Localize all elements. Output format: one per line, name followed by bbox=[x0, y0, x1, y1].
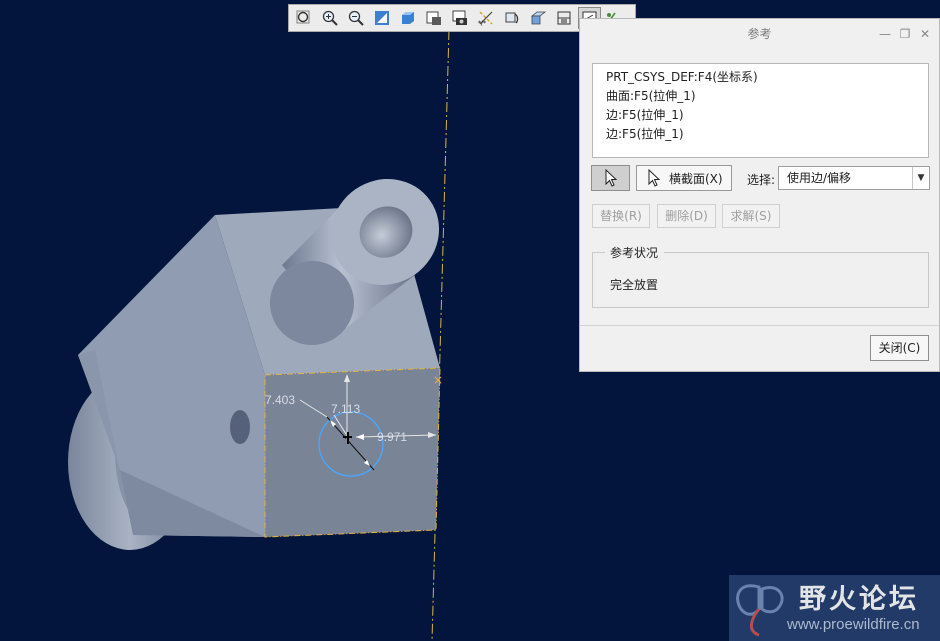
reference-status-group: 参考状况 完全放置 bbox=[592, 244, 929, 308]
forum-watermark: 野火论坛 www.proewildfire.cn bbox=[729, 575, 940, 641]
divider bbox=[580, 325, 939, 326]
chevron-down-icon[interactable]: ▼ bbox=[912, 167, 929, 189]
cross-section-label: 横截面(X) bbox=[669, 171, 723, 186]
close-button[interactable]: 关闭(C) bbox=[870, 335, 929, 361]
svg-text:×: × bbox=[433, 373, 443, 387]
reference-status-legend: 参考状况 bbox=[605, 244, 665, 261]
cursor-arrow-icon bbox=[648, 169, 661, 187]
selection-filter-dropdown[interactable]: 使用边/偏移 ▼ bbox=[778, 166, 930, 190]
section-view-icon[interactable] bbox=[552, 7, 575, 29]
dimension-7113[interactable]: 7.113 bbox=[331, 402, 360, 416]
maximize-icon[interactable]: ❐ bbox=[898, 27, 912, 41]
reference-item[interactable]: PRT_CSYS_DEF:F4(坐标系) bbox=[606, 68, 928, 87]
replace-button[interactable]: 替换(R) bbox=[592, 204, 650, 228]
zoom-in-icon[interactable] bbox=[318, 7, 341, 29]
references-dialog: 参考 — ❐ ✕ PRT_CSYS_DEF:F4(坐标系) 曲面:F5(拉伸_1… bbox=[579, 18, 940, 372]
datum-axis-line bbox=[431, 29, 450, 641]
named-view-icon[interactable] bbox=[448, 7, 471, 29]
solve-button[interactable]: 求解(S) bbox=[722, 204, 780, 228]
butterfly-logo-icon bbox=[736, 584, 784, 637]
selection-filter-value: 使用边/偏移 bbox=[787, 171, 852, 185]
saved-views-icon[interactable] bbox=[422, 7, 445, 29]
cursor-arrow-icon bbox=[605, 169, 617, 187]
display-style-icon[interactable] bbox=[396, 7, 419, 29]
reference-status-text: 完全放置 bbox=[610, 278, 659, 292]
reference-item[interactable]: 边:F5(拉伸_1) bbox=[606, 125, 928, 144]
watermark-name: 野火论坛 bbox=[799, 584, 919, 615]
dimension-9971[interactable]: 9.971 bbox=[377, 430, 407, 444]
spin-center-icon[interactable] bbox=[500, 7, 523, 29]
datum-display-icon[interactable]: */* bbox=[474, 7, 497, 29]
repaint-icon[interactable] bbox=[370, 7, 393, 29]
watermark-url: www.proewildfire.cn bbox=[787, 616, 920, 633]
select-label: 选择: bbox=[747, 173, 776, 187]
delete-button[interactable]: 删除(D) bbox=[657, 204, 716, 228]
annotation-icon[interactable] bbox=[526, 7, 549, 29]
reference-item[interactable]: 边:F5(拉伸_1) bbox=[606, 106, 928, 125]
cross-section-button[interactable]: 横截面(X) bbox=[636, 165, 732, 191]
svg-text:*/*: */* bbox=[478, 20, 486, 26]
reference-item[interactable]: 曲面:F5(拉伸_1) bbox=[606, 87, 928, 106]
minimize-icon[interactable]: — bbox=[878, 27, 892, 41]
zoom-out-icon[interactable] bbox=[344, 7, 367, 29]
close-icon[interactable]: ✕ bbox=[918, 27, 932, 41]
dimension-7403[interactable]: 7.403 bbox=[265, 393, 295, 407]
side-hole bbox=[230, 410, 250, 444]
reference-list[interactable]: PRT_CSYS_DEF:F4(坐标系) 曲面:F5(拉伸_1) 边:F5(拉伸… bbox=[592, 63, 929, 158]
select-reference-button[interactable] bbox=[591, 165, 630, 191]
zoom-fit-icon[interactable] bbox=[292, 7, 315, 29]
